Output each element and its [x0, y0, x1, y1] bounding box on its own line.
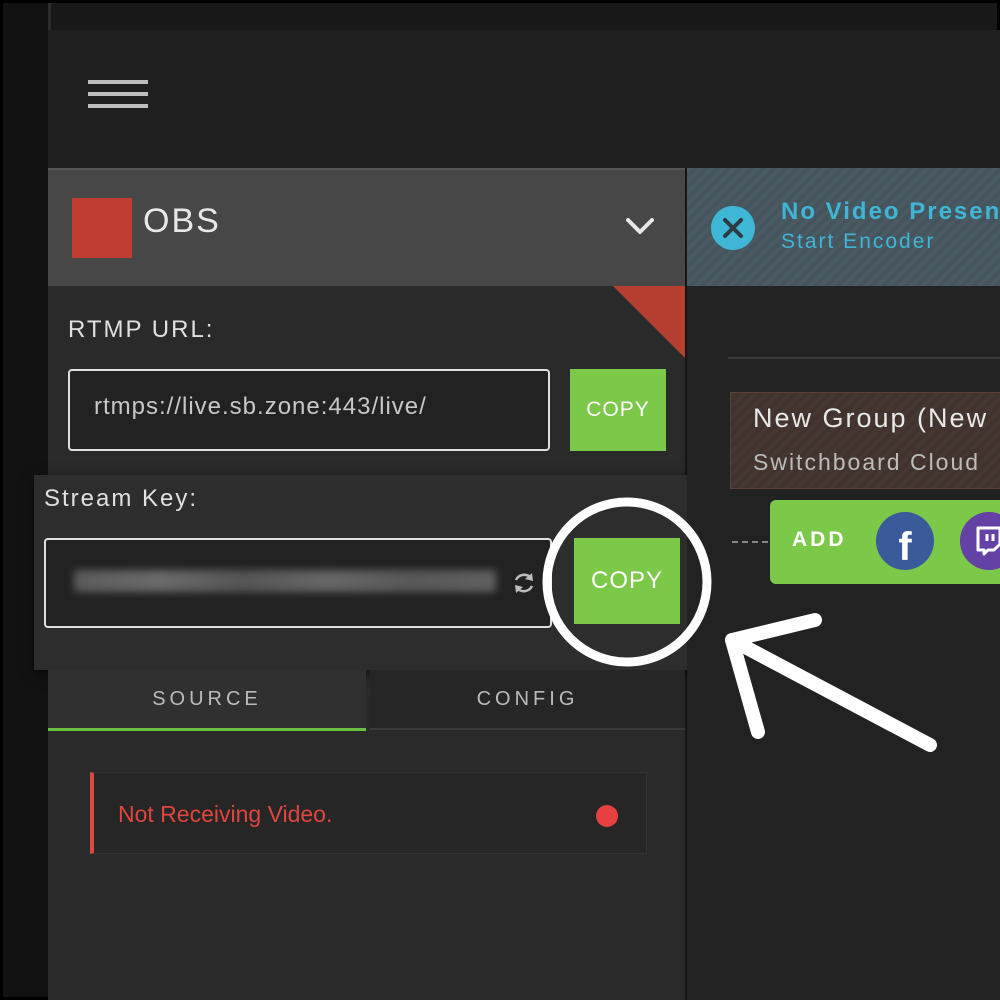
encoder-color-swatch [72, 198, 132, 258]
corner-flag [613, 286, 685, 358]
add-destination-bar: ADD f [770, 500, 1000, 584]
copy-stream-key-button[interactable]: COPY [574, 538, 680, 624]
notice-title: No Video Present [781, 198, 1000, 225]
rtmp-url-value: rtmps://live.sb.zone:443/live/ [94, 393, 427, 420]
stream-key-label: Stream Key: [44, 485, 199, 512]
tab-config[interactable]: CONFIG [370, 670, 685, 730]
destinations-area: No Video Present Start Encoder [687, 168, 1000, 1000]
copy-rtmp-url-button[interactable]: COPY [570, 369, 666, 451]
video-status-box: Not Receiving Video. [90, 772, 647, 854]
encoder-name: OBS [143, 202, 221, 240]
section-divider [728, 357, 1000, 359]
add-destination-button[interactable]: ADD [792, 528, 847, 552]
top-bar [48, 30, 1000, 168]
connector-dash [732, 541, 768, 543]
rtmp-url-field[interactable]: rtmps://live.sb.zone:443/live/ [68, 369, 550, 451]
tab-source[interactable]: SOURCE [48, 670, 366, 731]
chevron-down-icon[interactable] [624, 210, 656, 242]
group-card[interactable]: New Group (New Switchboard Cloud [730, 392, 1000, 489]
encoder-header[interactable]: OBS [48, 168, 685, 288]
hamburger-menu-icon[interactable] [88, 80, 148, 112]
video-status-text: Not Receiving Video. [118, 801, 333, 827]
close-circle-icon[interactable] [711, 206, 755, 250]
rtmp-url-label: RTMP URL: [68, 316, 215, 343]
group-title: New Group (New [753, 403, 989, 433]
twitch-icon[interactable] [960, 512, 1000, 570]
group-subtitle: Switchboard Cloud [753, 449, 981, 475]
status-indicator-dot [596, 805, 618, 827]
no-video-notice: No Video Present Start Encoder [687, 168, 1000, 286]
stream-key-field[interactable] [44, 538, 552, 628]
stream-key-popout: Stream Key: COPY [34, 475, 697, 670]
stream-key-value-blurred [74, 570, 496, 592]
facebook-icon[interactable]: f [876, 512, 934, 570]
panel-tabs: SOURCE CONFIG [48, 670, 685, 731]
refresh-icon[interactable] [511, 570, 537, 596]
start-encoder-link[interactable]: Start Encoder [781, 230, 935, 254]
